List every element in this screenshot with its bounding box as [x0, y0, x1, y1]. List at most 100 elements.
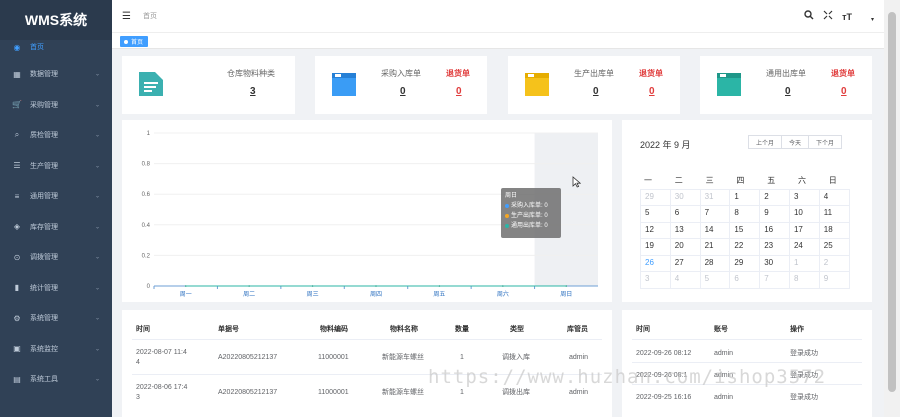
- sidebar-item-1[interactable]: ▦ 数据管理 ⌄: [0, 59, 112, 90]
- cell-type: 调拨出库: [502, 389, 530, 396]
- chevron-down-icon[interactable]: ▾: [871, 16, 874, 23]
- weekday-label: 日: [828, 175, 837, 185]
- vertical-scrollbar[interactable]: [884, 0, 900, 417]
- calendar-day[interactable]: 15: [729, 221, 761, 239]
- calendar-day[interactable]: 20: [669, 238, 701, 256]
- cell-time: 2022-08-07 11:4: [136, 349, 187, 356]
- chevron-down-icon: ⌄: [94, 224, 100, 231]
- sidebar-item-11[interactable]: ▤ 系统工具 ⌄: [0, 364, 112, 395]
- calendar-day[interactable]: 1: [729, 188, 761, 206]
- calendar-day[interactable]: 5: [640, 205, 671, 223]
- card-return-value[interactable]: 0: [649, 86, 655, 97]
- font-size-icon[interactable]: тT: [842, 12, 852, 22]
- card-return-value[interactable]: 0: [456, 86, 462, 97]
- calendar-day[interactable]: 2: [759, 188, 790, 206]
- calendar-day[interactable]: 24: [788, 238, 820, 256]
- calendar-day[interactable]: 27: [669, 254, 701, 272]
- card-value[interactable]: 0: [785, 86, 791, 97]
- today-button[interactable]: 今天: [781, 135, 810, 149]
- calendar-day[interactable]: 9: [759, 205, 790, 223]
- calendar-day[interactable]: 3: [788, 188, 820, 206]
- tooltip-row-text: 生产出库单: 0: [511, 213, 548, 219]
- hamburger-icon[interactable]: ☰: [122, 11, 131, 22]
- calendar-day[interactable]: 19: [640, 238, 671, 256]
- card-value[interactable]: 3: [250, 86, 256, 97]
- sidebar-item-2[interactable]: 🛒 采购管理 ⌄: [0, 90, 112, 121]
- fullscreen-icon[interactable]: [823, 10, 833, 23]
- series-point: [438, 285, 441, 287]
- search-icon[interactable]: [804, 10, 814, 23]
- calendar-day[interactable]: 23: [759, 238, 790, 256]
- calendar-day[interactable]: 26: [640, 254, 671, 272]
- calendar-day[interactable]: 13: [669, 221, 701, 239]
- calendar-day[interactable]: 17: [788, 221, 820, 239]
- card-return-value[interactable]: 0: [841, 86, 847, 97]
- cell-keeper: admin: [569, 389, 589, 396]
- calendar-day[interactable]: 29: [640, 188, 671, 206]
- calendar-day[interactable]: 6: [669, 205, 701, 223]
- sidebar-item-10[interactable]: ▣ 系统监控 ⌄: [0, 334, 112, 365]
- card-value[interactable]: 0: [593, 86, 599, 97]
- tooltip-row-text: 采购入库单: 0: [511, 203, 548, 209]
- cell-action: 登录成功: [790, 394, 818, 401]
- y-tick-label: 0.6: [142, 192, 151, 198]
- calendar-day[interactable]: 30: [669, 188, 701, 206]
- row-divider: [632, 384, 862, 385]
- sidebar-item-9[interactable]: ⚙ 系统管理 ⌄: [0, 303, 112, 334]
- calendar-day[interactable]: 4: [818, 188, 850, 206]
- cell-material-name: 新能源车螺丝: [382, 354, 424, 361]
- monitor-icon: ▣: [13, 344, 21, 354]
- sidebar-item-7[interactable]: ⊙ 调拨管理 ⌄: [0, 242, 112, 273]
- chevron-down-icon: ⌄: [94, 376, 100, 383]
- series-point: [565, 285, 568, 287]
- calendar-day[interactable]: 7: [699, 205, 731, 223]
- sidebar-item-8[interactable]: ▮ 统计管理 ⌄: [0, 273, 112, 304]
- sidebar-item-label: 生产管理: [30, 162, 58, 170]
- calendar-day[interactable]: 5: [699, 271, 731, 289]
- calendar-day[interactable]: 29: [729, 254, 761, 272]
- calendar-day[interactable]: 10: [788, 205, 820, 223]
- calendar-day[interactable]: 6: [729, 271, 761, 289]
- card-return-label: 退货单: [831, 69, 855, 78]
- card-value[interactable]: 0: [400, 86, 406, 97]
- column-header: 账号: [714, 326, 728, 333]
- calendar-day[interactable]: 12: [640, 221, 671, 239]
- cell-time: 2022-09-26 08:12: [636, 350, 692, 357]
- card-general-out: 通用出库单 0 退货单 0: [700, 56, 872, 114]
- prev-month-button[interactable]: 上个月: [748, 135, 783, 149]
- calendar-weekday-row: 一二三四五六日: [640, 172, 856, 189]
- x-tick-label: 周一: [180, 291, 192, 298]
- calendar-day[interactable]: 8: [729, 205, 761, 223]
- calendar-day[interactable]: 9: [818, 271, 850, 289]
- sidebar-item-6[interactable]: ◈ 库存管理 ⌄: [0, 212, 112, 243]
- y-tick-label: 0.2: [142, 253, 151, 259]
- tooltip-row: 采购入库单: 0: [505, 201, 557, 211]
- breadcrumb[interactable]: 首页: [143, 11, 157, 21]
- sidebar-item-5[interactable]: ≡ 通用管理 ⌄: [0, 181, 112, 212]
- calendar-day[interactable]: 31: [699, 188, 731, 206]
- sidebar-item-3[interactable]: ⌕ 质检管理 ⌄: [0, 120, 112, 151]
- calendar-day[interactable]: 7: [759, 271, 790, 289]
- calendar-day[interactable]: 4: [669, 271, 701, 289]
- calendar-day[interactable]: 21: [699, 238, 731, 256]
- calendar-day[interactable]: 22: [729, 238, 761, 256]
- calendar-day[interactable]: 14: [699, 221, 731, 239]
- calendar-day[interactable]: 2: [818, 254, 850, 272]
- chart-tooltip: 周日 采购入库单: 0 生产出库单: 0 通用出库单: 0: [501, 188, 561, 238]
- tag-home[interactable]: 首页: [120, 36, 149, 47]
- calendar-day[interactable]: 1: [788, 254, 820, 272]
- calendar-day[interactable]: 18: [818, 221, 850, 239]
- calendar-panel: 2022 年 9 月 上个月 今天 下个月 一二三四五六日 29 30 31 1 2 3 4 5…: [622, 120, 872, 302]
- next-month-button[interactable]: 下个月: [808, 135, 843, 149]
- calendar-day[interactable]: 16: [759, 221, 790, 239]
- calendar-day[interactable]: 25: [818, 238, 850, 256]
- calendar-day[interactable]: 3: [640, 271, 671, 289]
- calendar-day[interactable]: 28: [699, 254, 731, 272]
- sidebar-item-0[interactable]: ◉ 首页: [0, 40, 112, 54]
- scrollbar-thumb[interactable]: [888, 12, 896, 392]
- calendar-day[interactable]: 8: [788, 271, 820, 289]
- cell-account: admin: [714, 372, 734, 379]
- calendar-day[interactable]: 11: [818, 205, 850, 223]
- sidebar-item-4[interactable]: ☰ 生产管理 ⌄: [0, 151, 112, 182]
- calendar-day[interactable]: 30: [759, 254, 790, 272]
